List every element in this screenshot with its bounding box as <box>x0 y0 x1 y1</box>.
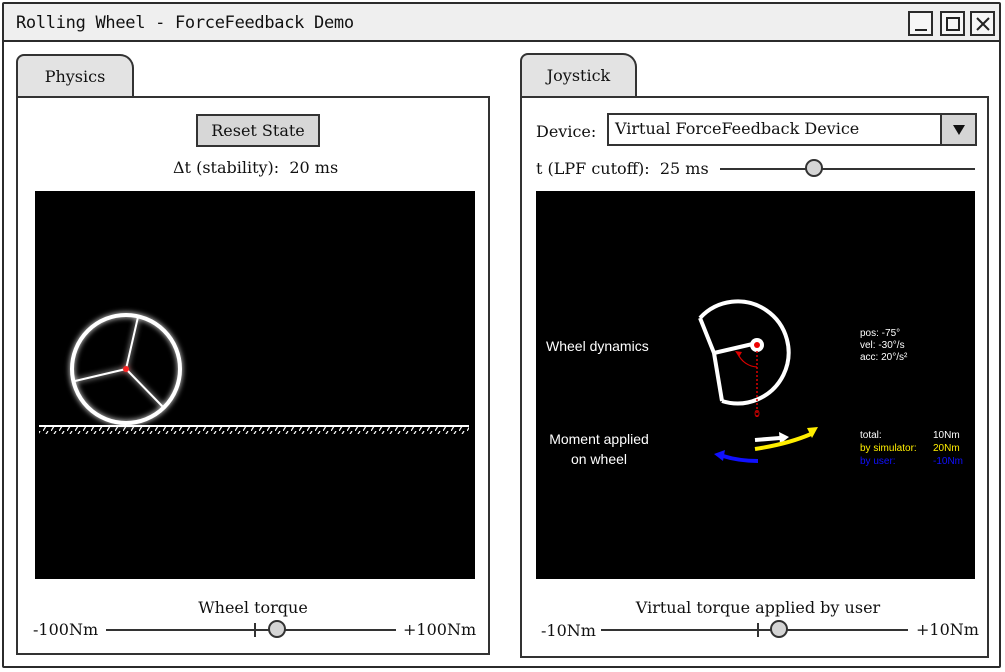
torque-min-label: -100Nm <box>33 620 99 639</box>
tab-joystick-label: Joystick <box>546 66 611 85</box>
moment-arrows <box>714 427 818 463</box>
close-icon <box>975 16 990 31</box>
moment-readout: total: 10Nm by simulator: 20Nm by user: … <box>860 430 963 467</box>
vel-readout: vel: -30°/s <box>860 340 905 351</box>
chevron-down-icon <box>952 124 965 135</box>
window-title: Rolling Wheel - ForceFeedback Demo <box>16 13 354 33</box>
close-button[interactable] <box>970 11 995 36</box>
moment-label-line2: on wheel <box>571 451 627 467</box>
acc-readout: acc: 20°/s² <box>860 352 908 363</box>
joystick-visualization: Wheel dynamics Moment applied on wheel 0 <box>536 191 975 579</box>
pos-readout: pos: -75° <box>860 328 900 339</box>
physics-canvas[interactable] <box>35 191 475 579</box>
slider-track <box>601 629 908 631</box>
slider-center-tick <box>757 623 759 637</box>
physics-panel: Reset State Δt (stability): 20 ms Wheel … <box>16 96 490 655</box>
total-label: total: <box>860 430 882 441</box>
simulator-label: by simulator: <box>860 443 917 454</box>
minimize-button[interactable] <box>908 11 933 36</box>
device-value: Virtual ForceFeedback Device <box>615 119 860 138</box>
user-label: by user: <box>860 456 896 467</box>
dynamics-readout: pos: -75° vel: -30°/s acc: 20°/s² <box>860 328 908 363</box>
wheel-dynamics-label: Wheel dynamics <box>546 338 649 354</box>
dt-stability-label: Δt (stability): 20 ms <box>173 158 338 177</box>
tab-physics[interactable]: Physics <box>16 54 134 98</box>
user-value: -10Nm <box>933 456 963 467</box>
wheel-torque-title: Wheel torque <box>198 598 308 617</box>
tab-joystick[interactable]: Joystick <box>520 53 637 97</box>
simulator-value: 20Nm <box>933 443 960 454</box>
moment-label-line1: Moment applied <box>549 431 649 447</box>
slider-knob[interactable] <box>268 620 287 638</box>
lpf-label-text: t (LPF cutoff): <box>536 159 650 178</box>
device-select[interactable]: Virtual ForceFeedback Device <box>607 113 977 146</box>
dt-label-text: Δt (stability): <box>173 158 280 177</box>
maximize-icon <box>945 16 960 31</box>
total-value: 10Nm <box>933 430 960 441</box>
rolling-wheel <box>70 313 182 425</box>
dropdown-button[interactable] <box>940 115 975 144</box>
tab-physics-label: Physics <box>44 67 106 86</box>
virtual-torque-title: Virtual torque applied by user <box>635 598 881 617</box>
maximize-button[interactable] <box>940 11 965 36</box>
lpf-value: 25 ms <box>659 159 709 178</box>
reset-state-button[interactable]: Reset State <box>196 114 320 147</box>
slider-knob[interactable] <box>805 159 824 177</box>
zero-mark: 0 <box>754 409 760 420</box>
dt-value: 20 ms <box>289 158 339 177</box>
user-torque-max-label: +10Nm <box>916 620 979 639</box>
minimize-icon <box>914 28 927 31</box>
slider-track <box>720 168 975 170</box>
slider-center-tick <box>254 623 256 637</box>
title-bar[interactable]: Rolling Wheel - ForceFeedback Demo <box>4 4 999 42</box>
torque-max-label: +100Nm <box>403 620 477 639</box>
device-label: Device: <box>536 122 597 141</box>
joystick-panel: Device: Virtual ForceFeedback Device t (… <box>520 96 989 658</box>
lpf-cutoff-label: t (LPF cutoff): 25 ms <box>536 159 709 178</box>
wheel-dynamics-diagram: 0 <box>698 299 791 420</box>
slider-track <box>106 629 396 631</box>
ground-line <box>39 425 469 434</box>
slider-knob[interactable] <box>770 620 789 638</box>
user-torque-min-label: -10Nm <box>541 621 596 640</box>
